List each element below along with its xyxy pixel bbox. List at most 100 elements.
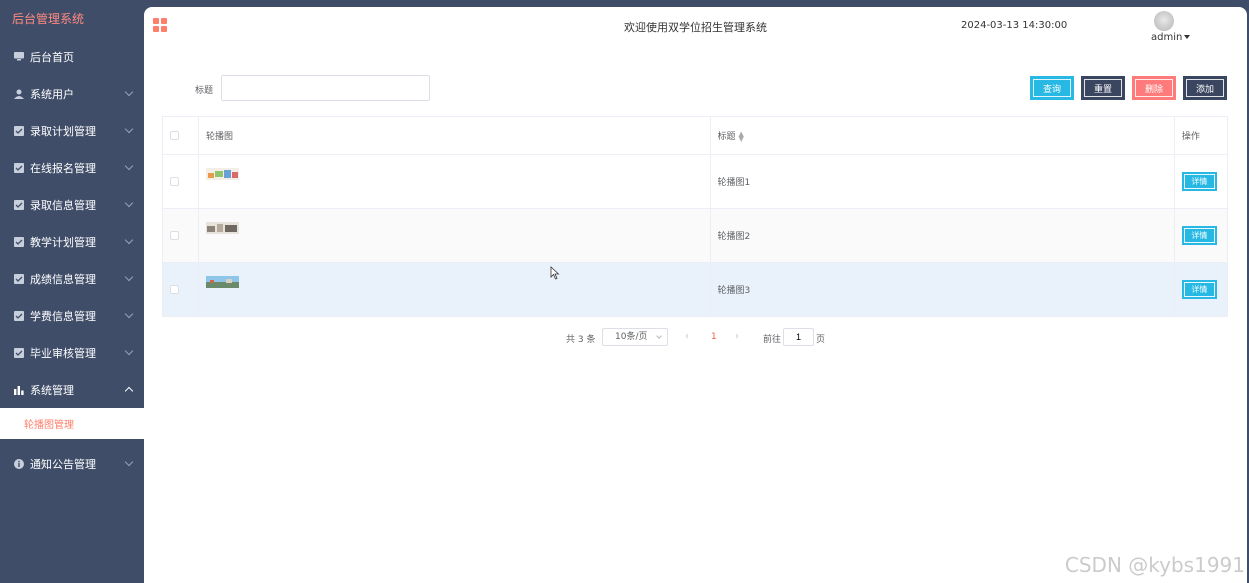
prev-page-icon[interactable]: ‹: [685, 331, 689, 342]
table-row: 轮播图2 详情: [162, 208, 1229, 263]
watermark: CSDN @kybs1991: [1064, 553, 1245, 577]
chevron-up-icon: [124, 386, 134, 396]
chevron-down-icon: [124, 161, 134, 171]
caret-down-icon: [1184, 35, 1191, 39]
select-all-cell: [162, 116, 200, 155]
avatar[interactable]: [1154, 11, 1174, 31]
sidebar-item-system-management[interactable]: 系统管理: [0, 371, 144, 408]
sidebar-item-label: 通知公告管理: [30, 457, 96, 471]
column-header-image: 轮播图: [198, 116, 711, 155]
row-image-cell: [198, 154, 711, 209]
welcome-title: 欢迎使用双学位招生管理系统: [624, 21, 767, 34]
chevron-down-icon: [124, 309, 134, 319]
checkbox-icon: [13, 310, 24, 321]
top-bar: 欢迎使用双学位招生管理系统 2024-03-13 14:30:00 admin: [144, 7, 1247, 49]
sidebar-item-admission-plan[interactable]: 录取计划管理: [0, 112, 144, 149]
goto-label: 前往: [763, 335, 782, 345]
row-action-cell: 详情: [1174, 208, 1229, 263]
page-unit-label: 页: [816, 335, 826, 345]
add-button[interactable]: 添加: [1183, 76, 1227, 100]
sidebar-item-label: 教学计划管理: [30, 235, 96, 249]
sidebar-item-admission-info[interactable]: 录取信息管理: [0, 186, 144, 223]
submenu-item-label: 轮播图管理: [24, 420, 74, 431]
delete-button[interactable]: 删除: [1132, 76, 1176, 100]
query-button[interactable]: 查询: [1030, 76, 1074, 100]
chevron-down-icon: [656, 333, 662, 339]
row-title-cell: 轮播图2: [710, 208, 1175, 263]
checkbox-icon: [13, 273, 24, 284]
sidebar-item-system-users[interactable]: 系统用户: [0, 75, 144, 112]
checkbox-icon: [13, 347, 24, 358]
sidebar-item-label: 毕业审核管理: [30, 346, 96, 360]
checkbox-icon: [13, 236, 24, 247]
chevron-down-icon: [124, 198, 134, 208]
chevron-down-icon: [124, 87, 134, 97]
checkbox-icon: [13, 199, 24, 210]
table-row: 轮播图3 详情: [162, 262, 1229, 317]
row-checkbox[interactable]: [170, 176, 179, 186]
info-icon: [13, 458, 24, 469]
table-row: 轮播图1 详情: [162, 154, 1229, 209]
page-size-select[interactable]: 10条/页: [602, 328, 668, 346]
chevron-down-icon: [124, 124, 134, 134]
carousel-thumbnail: [206, 167, 240, 180]
carousel-table: 轮播图 标题 ▲ ▼ 操作 轮播图1 详情 轮播图2 详情 轮播图3 详情: [162, 116, 1229, 317]
sidebar: 后台管理系统 后台首页 系统用户 录取计划管理 在线报名管理 录取信息管理 教学…: [0, 0, 144, 583]
detail-button[interactable]: 详情: [1181, 226, 1217, 245]
main-panel: 欢迎使用双学位招生管理系统 2024-03-13 14:30:00 admin …: [144, 7, 1247, 583]
row-checkbox[interactable]: [170, 230, 179, 240]
submenu-item-carousel[interactable]: 轮播图管理: [4, 408, 144, 439]
row-title-cell: 轮播图3: [710, 262, 1175, 317]
current-page-number[interactable]: 1: [711, 332, 717, 342]
chevron-down-icon: [124, 272, 134, 282]
search-title-label: 标题: [195, 86, 214, 96]
detail-button[interactable]: 详情: [1181, 280, 1217, 299]
checkbox-icon: [13, 125, 24, 136]
row-title-cell: 轮播图1: [710, 154, 1175, 209]
sidebar-item-label: 后台首页: [30, 50, 74, 64]
column-header-actions: 操作: [1174, 116, 1229, 155]
row-check-cell: [162, 154, 200, 209]
row-image-cell: [198, 262, 711, 317]
carousel-thumbnail: [206, 275, 240, 288]
monitor-icon: [13, 51, 24, 62]
datetime-display: 2024-03-13 14:30:00: [961, 20, 1068, 31]
row-action-cell: 详情: [1174, 154, 1229, 209]
select-all-checkbox[interactable]: [170, 130, 179, 140]
sidebar-item-label: 系统用户: [30, 87, 74, 101]
sort-icon[interactable]: ▲ ▼: [739, 130, 744, 142]
checkbox-icon: [13, 162, 24, 173]
column-header-title[interactable]: 标题 ▲ ▼: [710, 116, 1175, 155]
chevron-down-icon: [124, 235, 134, 245]
sidebar-item-graduation-review[interactable]: 毕业审核管理: [0, 334, 144, 371]
sidebar-item-notices[interactable]: 通知公告管理: [0, 445, 144, 482]
search-title-input[interactable]: [221, 75, 430, 101]
pagination: 共 3 条 10条/页 ‹ 1 › 前往 页: [144, 327, 1247, 347]
sidebar-item-label: 录取计划管理: [30, 124, 96, 138]
sidebar-item-label: 在线报名管理: [30, 161, 96, 175]
sidebar-item-home[interactable]: 后台首页: [0, 38, 144, 75]
sidebar-item-online-registration[interactable]: 在线报名管理: [0, 149, 144, 186]
row-checkbox[interactable]: [170, 284, 179, 294]
chevron-down-icon: [124, 346, 134, 356]
reset-button[interactable]: 重置: [1081, 76, 1125, 100]
row-image-cell: [198, 208, 711, 263]
row-action-cell: 详情: [1174, 262, 1229, 317]
next-page-icon[interactable]: ›: [735, 331, 739, 342]
username-label: admin: [1151, 32, 1183, 43]
chevron-down-icon: [124, 457, 134, 467]
sidebar-item-tuition[interactable]: 学费信息管理: [0, 297, 144, 334]
sidebar-item-label: 成绩信息管理: [30, 272, 96, 286]
goto-page-input[interactable]: [783, 328, 814, 346]
row-check-cell: [162, 208, 200, 263]
mouse-cursor-icon: [550, 266, 560, 280]
user-icon: [13, 88, 24, 99]
sidebar-item-teaching-plan[interactable]: 教学计划管理: [0, 223, 144, 260]
pagination-total: 共 3 条: [566, 335, 596, 345]
user-menu[interactable]: admin: [1151, 32, 1191, 43]
sidebar-item-label: 录取信息管理: [30, 198, 96, 212]
sidebar-item-grades[interactable]: 成绩信息管理: [0, 260, 144, 297]
submenu-container: 轮播图管理: [0, 408, 144, 439]
carousel-thumbnail: [206, 221, 240, 234]
detail-button[interactable]: 详情: [1181, 172, 1217, 191]
